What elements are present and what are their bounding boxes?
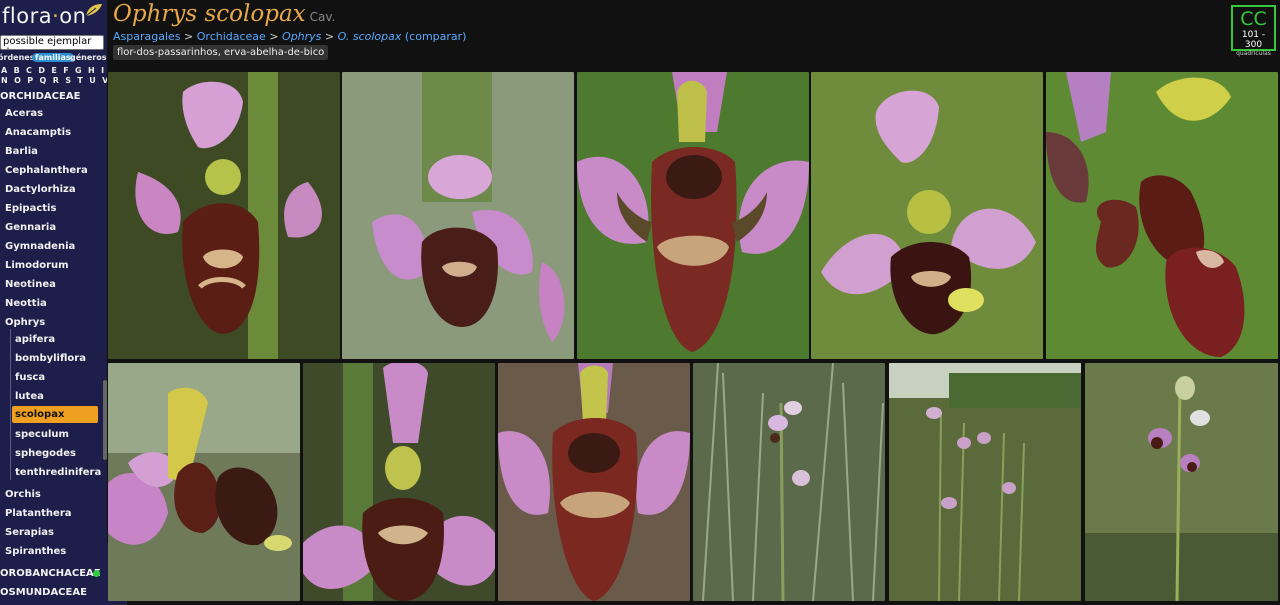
sidebar-scrollbar[interactable] bbox=[103, 380, 107, 460]
species-item[interactable]: fusca bbox=[15, 372, 45, 383]
photo-3[interactable] bbox=[577, 72, 809, 359]
species-item[interactable]: bombyliflora bbox=[15, 353, 86, 364]
photo-1[interactable] bbox=[108, 72, 340, 359]
breadcrumb-family[interactable]: Orchidaceae bbox=[197, 30, 266, 43]
genus-item[interactable]: Platanthera bbox=[5, 508, 72, 519]
tab-generos[interactable]: géneros bbox=[70, 53, 106, 62]
photo-6[interactable] bbox=[108, 363, 300, 601]
breadcrumb-genus[interactable]: Ophrys bbox=[282, 30, 321, 43]
sidebar: flora·on possible ejemplar de opr órdene… bbox=[0, 0, 107, 605]
photo-4[interactable] bbox=[811, 72, 1043, 359]
flora-on-logo[interactable]: flora·on bbox=[2, 4, 106, 32]
photo-9[interactable] bbox=[693, 363, 885, 601]
genus-item[interactable]: Dactylorhiza bbox=[5, 184, 76, 195]
photo-2[interactable] bbox=[342, 72, 574, 359]
family-orobanchaceae[interactable]: OROBANCHACEAE bbox=[0, 568, 101, 579]
alphabet-index-row-2[interactable]: N O P Q R S T U V W X Z × bbox=[1, 76, 107, 85]
search-input[interactable]: possible ejemplar de opr bbox=[0, 35, 104, 50]
rank-tabs: órdenes familias géneros bbox=[0, 53, 107, 64]
genus-item[interactable]: Gennaria bbox=[5, 222, 56, 233]
genus-item[interactable]: Gymnadenia bbox=[5, 241, 75, 252]
genus-item[interactable]: Orchis bbox=[5, 489, 41, 500]
photo-5[interactable] bbox=[1046, 72, 1278, 359]
genus-item[interactable]: Cephalanthera bbox=[5, 165, 88, 176]
tab-ordenes[interactable]: órdenes bbox=[0, 53, 34, 62]
species-item-selected[interactable]: scolopax bbox=[12, 406, 98, 423]
tree-connector bbox=[10, 329, 11, 480]
alphabet-index-row-1[interactable]: A B C D E F G H I J K L M bbox=[1, 66, 107, 75]
genus-item[interactable]: Barlia bbox=[5, 146, 38, 157]
common-names: flor-dos-passarinhos, erva-abelha-de-bic… bbox=[113, 45, 329, 60]
compare-link[interactable]: (comparar) bbox=[405, 30, 467, 43]
genus-item[interactable]: Limodorum bbox=[5, 260, 69, 271]
species-item[interactable]: speculum bbox=[15, 429, 69, 440]
page-title: Ophrys scolopax Cav. bbox=[113, 1, 336, 27]
species-item[interactable]: lutea bbox=[15, 391, 44, 402]
breadcrumb: Asparagales > Orchidaceae > Ophrys > O. … bbox=[113, 30, 467, 43]
grid-cell-badge[interactable]: CC 101 - 300 quadrículas bbox=[1231, 5, 1276, 57]
genus-item[interactable]: Spiranthes bbox=[5, 546, 66, 557]
genus-item[interactable]: Neottia bbox=[5, 298, 47, 309]
species-item[interactable]: sphegodes bbox=[15, 448, 76, 459]
photo-10[interactable] bbox=[889, 363, 1081, 601]
photo-8[interactable] bbox=[498, 363, 690, 601]
genus-item[interactable]: Serapias bbox=[5, 527, 54, 538]
genus-item[interactable]: Neotinea bbox=[5, 279, 56, 290]
species-item[interactable]: apifera bbox=[15, 334, 55, 345]
family-osmundaceae[interactable]: OSMUNDACEAE bbox=[0, 587, 87, 598]
genus-item[interactable]: Anacamptis bbox=[5, 127, 71, 138]
species-item[interactable]: tenthredinifera bbox=[15, 467, 101, 478]
genus-item[interactable]: Epipactis bbox=[5, 203, 56, 214]
status-dot-icon bbox=[93, 570, 100, 577]
tab-familias[interactable]: familias bbox=[32, 53, 74, 62]
genus-item[interactable]: Aceras bbox=[5, 108, 43, 119]
taxon-author: Cav. bbox=[309, 10, 336, 24]
breadcrumb-order[interactable]: Asparagales bbox=[113, 30, 181, 43]
photo-11[interactable] bbox=[1085, 363, 1278, 601]
genus-item-ophrys[interactable]: Ophrys bbox=[5, 317, 45, 328]
photo-7[interactable] bbox=[303, 363, 495, 601]
leaf-icon bbox=[85, 4, 102, 17]
breadcrumb-species[interactable]: O. scolopax bbox=[338, 30, 402, 43]
family-orchidaceae[interactable]: ORCHIDACEAE bbox=[0, 91, 80, 102]
